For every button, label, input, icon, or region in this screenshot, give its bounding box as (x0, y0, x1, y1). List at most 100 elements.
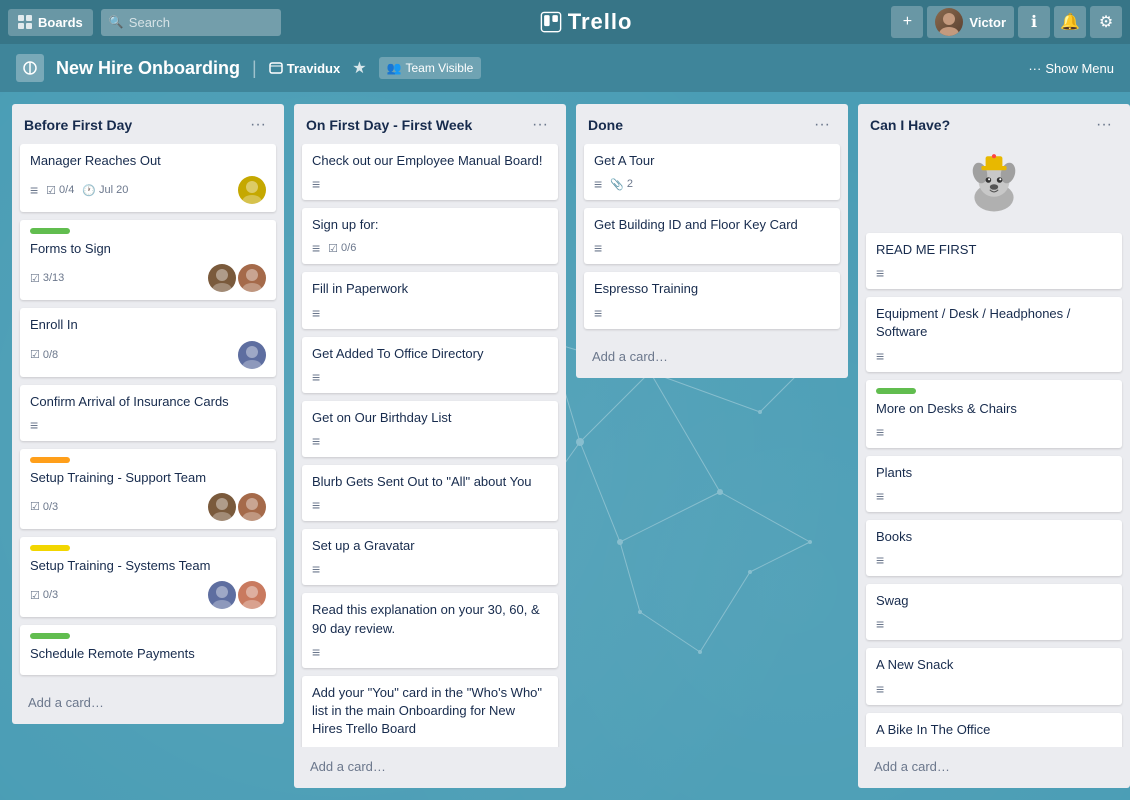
card-label-more-on-desks (876, 388, 916, 394)
column-menu-button-on-first-day[interactable]: ··· (526, 114, 554, 136)
card-read-30-60-90[interactable]: Read this explanation on your 30, 60, & … (302, 593, 558, 667)
clock-icon: 🕐 (82, 184, 96, 197)
card-schedule-remote-payments[interactable]: Schedule Remote Payments (20, 625, 276, 675)
card-label-forms-to-sign (30, 228, 70, 234)
card-setup-training-systems[interactable]: Setup Training - Systems Team ☑ 0/3 (20, 537, 276, 617)
card-books[interactable]: Books≡ (866, 520, 1122, 576)
workspace-icon (269, 61, 283, 75)
card-meta-left-setup-training-systems: ☑ 0/3 (30, 589, 58, 602)
add-card-button-on-first-day[interactable]: Add a card… (302, 753, 558, 780)
card-meta-get-building-id: ≡ (594, 240, 830, 256)
card-meta-left-more-on-desks: ≡ (876, 424, 884, 440)
checklist-icon: ☑ (30, 272, 40, 285)
description-icon-check-employee-manual: ≡ (312, 176, 320, 192)
description-icon-fill-in-paperwork: ≡ (312, 305, 320, 321)
card-title-setup-training-systems: Setup Training - Systems Team (30, 557, 266, 575)
card-meta-plants: ≡ (876, 488, 1112, 504)
add-card-button-before-first-day[interactable]: Add a card… (20, 689, 276, 716)
column-before-first-day: Before First Day···Manager Reaches Out≡☑… (12, 104, 284, 724)
card-title-plants: Plants (876, 464, 1112, 482)
workspace-name[interactable]: Travidux (269, 61, 340, 76)
show-menu-label: Show Menu (1045, 61, 1114, 76)
card-meta-get-birthday-list: ≡ (312, 433, 548, 449)
card-plants[interactable]: Plants ≡ (866, 456, 1122, 512)
add-card-section-done: Add a card… (576, 337, 848, 378)
card-set-up-gravatar[interactable]: Set up a Gravatar≡ (302, 529, 558, 585)
card-meta-left-espresso-training: ≡ (594, 305, 602, 321)
info-icon: ℹ (1031, 12, 1037, 32)
gear-icon: ⚙ (1099, 12, 1113, 32)
card-title-get-a-tour: Get A Tour (594, 152, 830, 170)
board-header-right: ··· Show Menu (1028, 61, 1114, 76)
add-button[interactable]: + (891, 6, 923, 38)
card-sign-up-for[interactable]: Sign up for:≡☑ 0/6 (302, 208, 558, 264)
card-blurb-sent-out[interactable]: Blurb Gets Sent Out to "All" about You≡ (302, 465, 558, 521)
column-menu-button-done[interactable]: ··· (808, 114, 836, 136)
board-title: New Hire Onboarding (56, 58, 240, 79)
card-title-a-new-snack: A New Snack (876, 656, 1112, 674)
star-button[interactable]: ★ (352, 58, 366, 78)
boards-button[interactable]: Boards (8, 9, 93, 36)
card-read-me-first[interactable]: READ ME FIRST≡ (866, 233, 1122, 289)
description-icon-a-new-snack: ≡ (876, 681, 884, 697)
info-button[interactable]: ℹ (1018, 6, 1050, 38)
cards-container-before-first-day: Manager Reaches Out≡☑ 0/4🕐 Jul 20 Forms … (12, 144, 284, 683)
card-title-add-you-card: Add your "You" card in the "Who's Who" l… (312, 684, 548, 739)
card-espresso-training[interactable]: Espresso Training≡ (584, 272, 840, 328)
card-confirm-arrival[interactable]: Confirm Arrival of Insurance Cards≡ (20, 385, 276, 441)
description-icon-get-birthday-list: ≡ (312, 433, 320, 449)
card-title-setup-training-support: Setup Training - Support Team (30, 469, 266, 487)
description-icon-sign-up-for: ≡ (312, 240, 320, 256)
card-setup-training-support[interactable]: Setup Training - Support Team ☑ 0/3 (20, 449, 276, 529)
plus-icon: + (903, 13, 912, 31)
description-icon-read-me-first: ≡ (876, 265, 884, 281)
search-input[interactable] (101, 9, 281, 36)
card-forms-to-sign[interactable]: Forms to Sign☑ 3/13 (20, 220, 276, 300)
card-get-building-id[interactable]: Get Building ID and Floor Key Card≡ (584, 208, 840, 264)
card-meta-swag: ≡ (876, 616, 1112, 632)
card-add-you-card[interactable]: Add your "You" card in the "Who's Who" l… (302, 676, 558, 747)
card-swag[interactable]: Swag≡ (866, 584, 1122, 640)
card-check-employee-manual[interactable]: Check out our Employee Manual Board!≡ (302, 144, 558, 200)
card-manager-reaches-out[interactable]: Manager Reaches Out≡☑ 0/4🕐 Jul 20 (20, 144, 276, 212)
description-icon-get-added-to-directory: ≡ (312, 369, 320, 385)
add-card-button-can-i-have[interactable]: Add a card… (866, 753, 1122, 780)
column-menu-button-can-i-have[interactable]: ··· (1090, 114, 1118, 136)
card-get-birthday-list[interactable]: Get on Our Birthday List≡ (302, 401, 558, 457)
card-meta-left-a-new-snack: ≡ (876, 681, 884, 697)
add-card-button-done[interactable]: Add a card… (584, 343, 840, 370)
card-get-a-tour[interactable]: Get A Tour≡📎 2 (584, 144, 840, 200)
card-meta-more-on-desks: ≡ (876, 424, 1112, 440)
search-icon: 🔍 (109, 15, 124, 29)
column-menu-button-before-first-day[interactable]: ··· (244, 114, 272, 136)
card-meta-left-blurb-sent-out: ≡ (312, 497, 320, 513)
ellipsis-icon: ··· (1028, 61, 1041, 76)
top-nav: Boards 🔍 Trello + Victor ℹ (0, 0, 1130, 44)
card-meta-sign-up-for: ≡ ☑ 0/6 (312, 240, 548, 256)
settings-button[interactable]: ⚙ (1090, 6, 1122, 38)
card-get-added-to-directory[interactable]: Get Added To Office Directory≡ (302, 337, 558, 393)
card-a-new-snack[interactable]: A New Snack ≡ (866, 648, 1122, 704)
card-more-on-desks[interactable]: More on Desks & Chairs≡ (866, 380, 1122, 448)
visibility-button[interactable]: 👥 Team Visible (379, 57, 482, 79)
card-fill-in-paperwork[interactable]: Fill in Paperwork≡ (302, 272, 558, 328)
notifications-button[interactable]: 🔔 (1054, 6, 1086, 38)
card-meta-left-confirm-arrival: ≡ (30, 417, 38, 433)
card-meta-left-read-me-first: ≡ (876, 265, 884, 281)
card-enroll-in[interactable]: Enroll In☑ 0/8 (20, 308, 276, 376)
bell-icon: 🔔 (1060, 12, 1080, 32)
checklist-meta-sign-up-for: ☑ 0/6 (328, 242, 356, 255)
add-card-section-on-first-day: Add a card… (294, 747, 566, 788)
avatar (935, 8, 963, 36)
card-a-bike[interactable]: A Bike In The Office≡ (866, 713, 1122, 748)
mascot-image (866, 144, 1122, 233)
card-meta-forms-to-sign: ☑ 3/13 (30, 264, 266, 292)
show-menu-button[interactable]: ··· Show Menu (1028, 61, 1114, 76)
user-menu-button[interactable]: Victor (927, 6, 1014, 38)
card-equipment-desk[interactable]: Equipment / Desk / Headphones / Software… (866, 297, 1122, 371)
column-done: Done···Get A Tour≡📎 2Get Building ID and… (576, 104, 848, 378)
column-title-on-first-day: On First Day - First Week (306, 117, 472, 133)
card-meta-left-swag: ≡ (876, 616, 884, 632)
checklist-meta-setup-training-support: ☑ 0/3 (30, 500, 58, 513)
board-separator: | (252, 58, 257, 79)
